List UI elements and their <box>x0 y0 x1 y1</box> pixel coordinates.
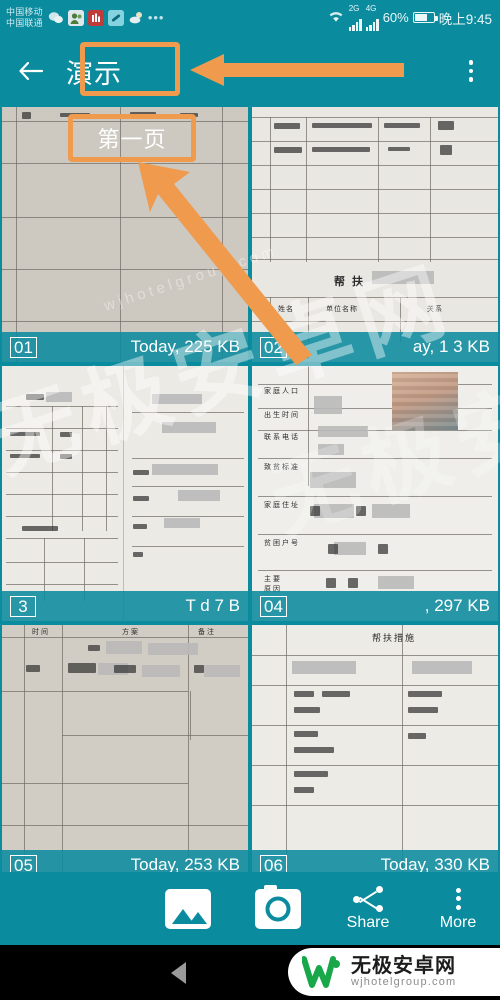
annotation-page-arrow <box>138 162 312 365</box>
wifi-icon <box>327 9 345 26</box>
signal-2g: 2G <box>348 4 362 31</box>
notification-icons: ••• <box>48 9 165 26</box>
thumb2-header: 帮 扶 <box>334 276 366 288</box>
thumbnail-06: 帮扶措施 <box>252 625 498 880</box>
battery-percent: 60% <box>382 10 409 25</box>
overflow-menu-icon[interactable] <box>456 54 486 88</box>
site-watermark-badge: 无极安卓网 wjhotelgroup.com <box>288 948 500 996</box>
back-arrow-icon[interactable] <box>14 54 48 88</box>
phone-screen: 中国移动 中国联通 ••• 2G 4G 60% 晚上9:45 演示 01 Tod… <box>0 0 500 1000</box>
share-button[interactable]: Share <box>336 885 400 932</box>
share-icon <box>353 885 383 912</box>
grid-item-04[interactable]: 家庭人口 出生时间 联系电话 致贫标准 家庭住址 贫困户号 主要 原因 04 ,… <box>252 366 498 621</box>
share-label: Share <box>346 913 390 931</box>
caption-04: 04 , 297 KB <box>252 591 498 621</box>
battery-icon <box>412 12 438 23</box>
weather-icon <box>128 10 144 26</box>
thumbnail-03 <box>2 366 248 621</box>
gallery-button[interactable] <box>156 888 220 929</box>
wechat-icon <box>48 10 64 26</box>
status-right-cluster: 2G 4G 60% 晚上9:45 <box>327 4 492 31</box>
nav-back-icon[interactable] <box>170 961 186 984</box>
annotation-title-box <box>80 42 180 96</box>
thumbnail-04: 家庭人口 出生时间 联系电话 致贫标准 家庭住址 贫困户号 主要 原因 <box>252 366 498 621</box>
system-nav-bar: 无极安卓网 wjhotelgroup.com <box>0 945 500 1000</box>
camera-button[interactable] <box>246 884 310 929</box>
item-meta: T d 7 B <box>185 596 241 615</box>
thumb6-header: 帮扶措施 <box>372 633 417 643</box>
thumbnail-05: 时间 方案 备注 <box>2 625 248 880</box>
carrier-line-1: 中国移动 <box>6 7 43 17</box>
app-red-icon <box>87 9 104 26</box>
signal-4g: 4G <box>365 4 379 31</box>
item-meta: , 297 KB <box>424 596 490 615</box>
more-dots-icon <box>445 886 471 912</box>
clock: 晚上9:45 <box>438 11 492 27</box>
item-number: 04 <box>260 595 287 617</box>
gallery-icon <box>165 888 211 929</box>
link-icon <box>107 9 124 26</box>
more-dots-icon: ••• <box>147 10 165 25</box>
item-meta: ay, 1 3 KB <box>412 337 490 356</box>
site-name: 无极安卓网 <box>351 954 456 977</box>
camera-icon <box>255 884 301 929</box>
caption-03: 3 T d 7 B <box>2 591 248 621</box>
carrier-labels: 中国移动 中国联通 <box>6 7 43 28</box>
bottom-toolbar: Share More <box>0 872 500 945</box>
w-logo-icon <box>301 955 342 989</box>
item-number: 01 <box>10 336 37 358</box>
grid-item-06[interactable]: 帮扶措施 06 Today, 330 KB <box>252 625 498 880</box>
annotation-title-arrow <box>190 54 404 86</box>
status-bar: 中国移动 中国联通 ••• 2G 4G 60% 晚上9:45 <box>0 0 500 35</box>
id-photo <box>392 372 458 430</box>
grid-item-03[interactable]: 3 T d 7 B <box>2 366 248 621</box>
site-url: wjhotelgroup.com <box>351 975 457 988</box>
grid-item-05[interactable]: 时间 方案 备注 05 Today, 253 KB <box>2 625 248 880</box>
more-label: More <box>439 913 477 931</box>
site-badge-text: 无极安卓网 wjhotelgroup.com <box>351 954 457 989</box>
more-button[interactable]: More <box>426 886 490 932</box>
item-number: 3 <box>10 595 36 617</box>
carrier-line-2: 中国联通 <box>6 17 43 28</box>
contacts-icon <box>67 9 84 26</box>
